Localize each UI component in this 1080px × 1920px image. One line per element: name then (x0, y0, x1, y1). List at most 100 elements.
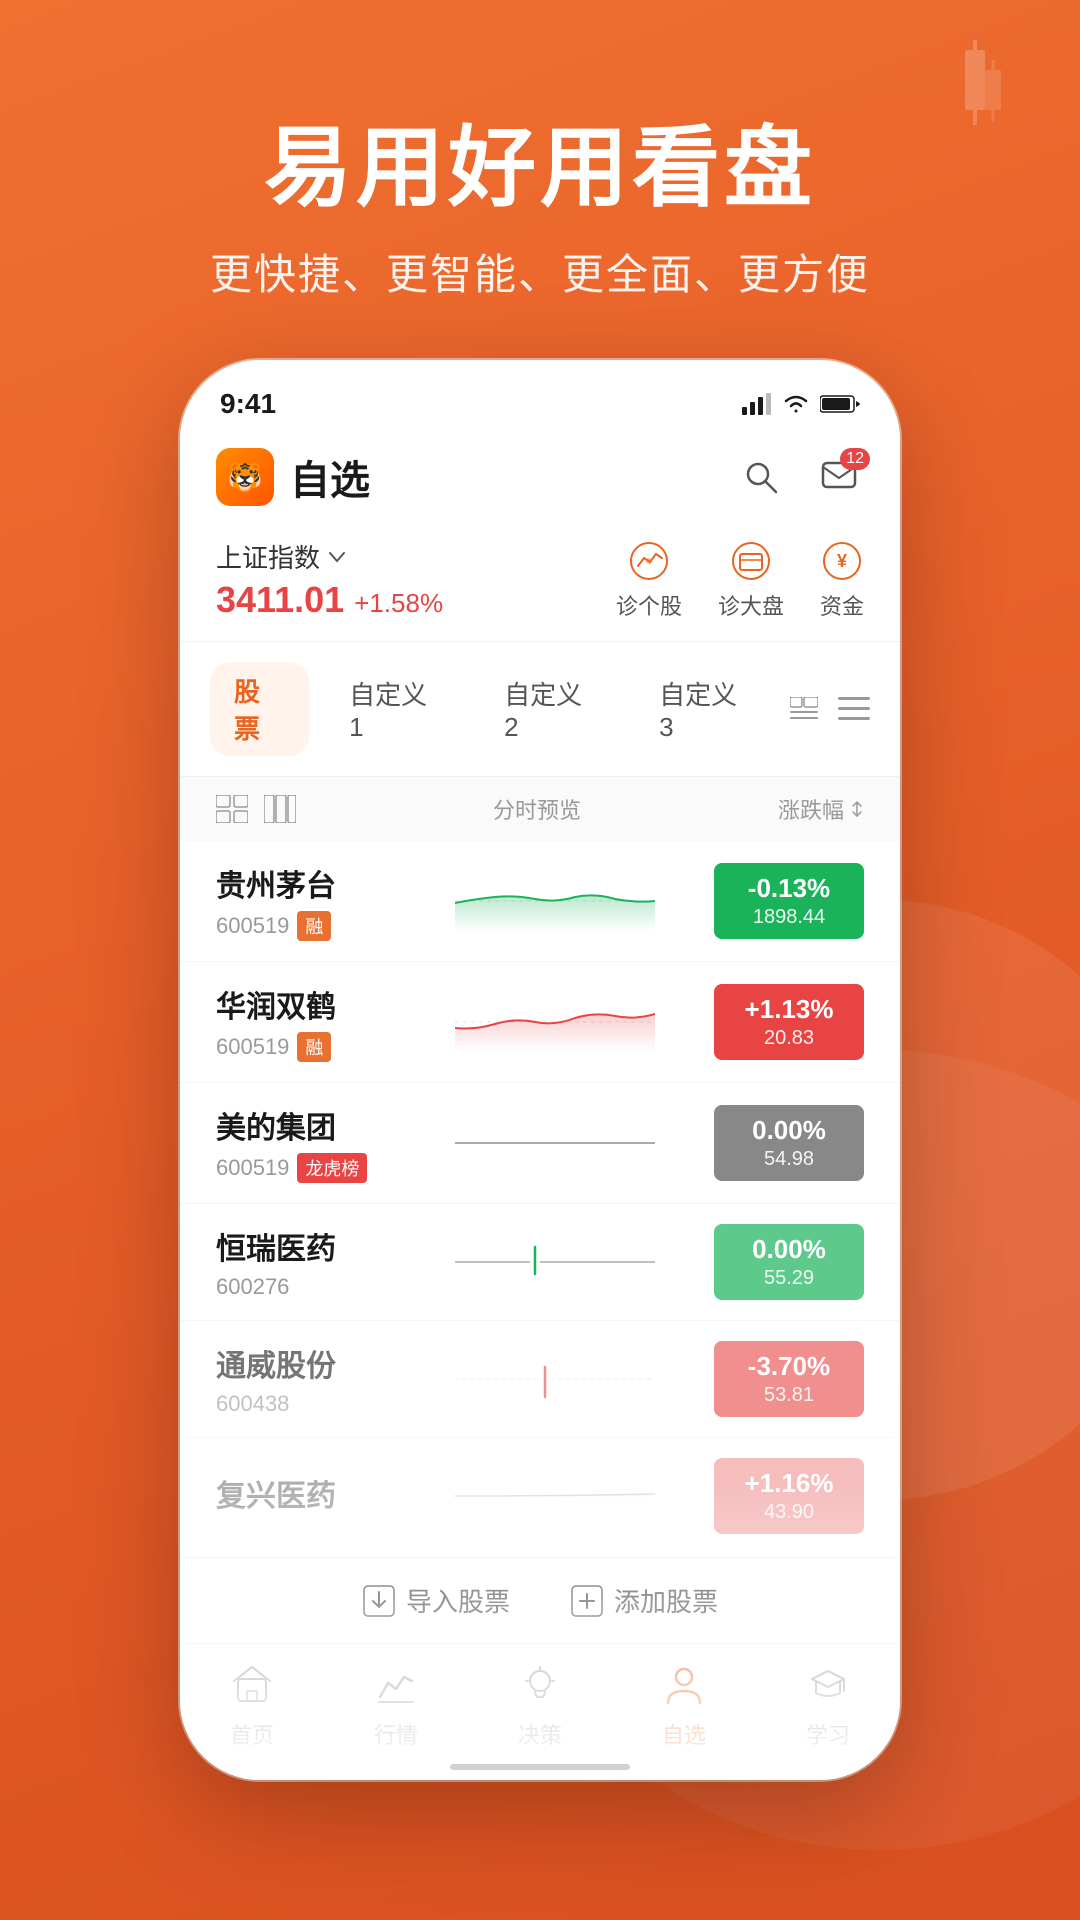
battery-icon (820, 393, 860, 415)
stock-info-3: 美的集团 600519 龙虎榜 (216, 1103, 396, 1183)
graduation-icon (803, 1660, 853, 1710)
tabs-row-end (790, 695, 870, 723)
stock-info-1: 贵州茅台 600519 融 (216, 861, 396, 941)
stock-code-row-1: 600519 融 (216, 911, 396, 941)
stock-chart-4 (416, 1227, 694, 1297)
change-col-header[interactable]: 涨跌幅 (778, 793, 864, 825)
stock-item-fuxing[interactable]: 复兴医药 +1.16% 43.90 (180, 1438, 900, 1555)
menu-icon[interactable] (838, 695, 870, 723)
stock-list: 贵州茅台 600519 融 (180, 841, 900, 1557)
tabbar-watchlist-label: 自选 (662, 1718, 706, 1750)
tab-custom1[interactable]: 自定义1 (325, 665, 464, 753)
home-indicator (450, 1764, 630, 1770)
tab-stocks[interactable]: 股票 (210, 662, 309, 756)
tabbar-learn-label: 学习 (806, 1718, 850, 1750)
stock-chart-6 (416, 1461, 694, 1531)
stock-name-1: 贵州茅台 (216, 861, 396, 905)
stock-code-row-2: 600519 融 (216, 1032, 396, 1062)
tabbar-decision[interactable]: 决策 (468, 1660, 612, 1750)
stock-chart-2 (416, 987, 694, 1057)
zhengu-icon (627, 539, 671, 583)
wifi-icon (782, 393, 810, 415)
sub-title: 更快捷、更智能、更全面、更方便 (0, 241, 1080, 302)
import-stocks-button[interactable]: 导入股票 (362, 1582, 510, 1619)
price-badge-1: -0.13% 1898.44 (714, 863, 864, 939)
tabbar-home[interactable]: 首页 (180, 1660, 324, 1750)
home-icon (227, 1660, 277, 1710)
signal-icon (742, 393, 772, 415)
market-value: 3411.01 (216, 579, 344, 621)
tabbar-decision-label: 决策 (518, 1718, 562, 1750)
tabbar-home-label: 首页 (230, 1718, 274, 1750)
message-badge: 12 (840, 448, 870, 470)
stock-info-5: 通威股份 600438 (216, 1341, 396, 1417)
view-toggle-icons (216, 795, 296, 823)
stock-item-tongwei[interactable]: 通威股份 600438 -3.70% 53.81 (180, 1321, 900, 1438)
market-action-money[interactable]: ¥ 资金 (820, 539, 864, 621)
bottom-actions: 导入股票 添加股票 (180, 1557, 900, 1643)
stock-code-row-4: 600276 (216, 1274, 396, 1300)
market-change: +1.58% (354, 588, 443, 619)
tabbar-learn[interactable]: 学习 (756, 1660, 900, 1750)
market-action-zhendapan[interactable]: 诊大盘 (718, 539, 784, 621)
stock-info-4: 恒瑞医药 600276 (216, 1224, 396, 1300)
stock-chart-3 (416, 1108, 694, 1178)
stock-info-2: 华润双鹤 600519 融 (216, 982, 396, 1062)
phone-outer: 9:41 (180, 360, 900, 1780)
price-badge-3: 0.00% 54.98 (714, 1105, 864, 1181)
person-icon (659, 1660, 709, 1710)
market-action-zhengu[interactable]: 诊个股 (616, 539, 682, 621)
tab-bar: 首页 行情 (180, 1643, 900, 1780)
status-time: 9:41 (220, 388, 276, 420)
money-label: 资金 (820, 589, 864, 621)
stock-name-2: 华润双鹤 (216, 982, 396, 1026)
stock-item-midea[interactable]: 美的集团 600519 龙虎榜 0.00% (180, 1083, 900, 1204)
market-actions: 诊个股 诊大盘 (616, 539, 864, 621)
import-icon (362, 1584, 396, 1618)
app-logo: 🐯 (216, 448, 274, 506)
grid-view-icon[interactable] (264, 795, 296, 823)
bulb-icon (515, 1660, 565, 1710)
tabbar-market-label: 行情 (374, 1718, 418, 1750)
stock-code-row-5: 600438 (216, 1391, 396, 1417)
app-title: 自选 (290, 448, 370, 506)
tabbar-watchlist[interactable]: 自选 (612, 1660, 756, 1750)
dropdown-icon (328, 550, 346, 564)
stock-item-hengrui[interactable]: 恒瑞医药 600276 0.00% 55. (180, 1204, 900, 1321)
stock-name-3: 美的集团 (216, 1103, 396, 1147)
tab-custom3[interactable]: 自定义3 (635, 665, 774, 753)
message-button[interactable]: 12 (814, 452, 864, 502)
add-icon (570, 1584, 604, 1618)
stock-name-5: 通威股份 (216, 1341, 396, 1385)
svg-text:¥: ¥ (837, 551, 847, 571)
market-info: 上证指数 3411.01 +1.58% (216, 538, 443, 621)
market-name[interactable]: 上证指数 (216, 538, 443, 575)
price-badge-2: +1.13% 20.83 (714, 984, 864, 1060)
main-title: 易用好用看盘 (0, 120, 1080, 217)
chart-line-icon (371, 1660, 421, 1710)
stock-info-6: 复兴医药 (216, 1471, 396, 1521)
price-badge-6: +1.16% 43.90 (714, 1458, 864, 1534)
tabbar-market[interactable]: 行情 (324, 1660, 468, 1750)
list-view-icon[interactable] (216, 795, 248, 823)
stock-item-huarundsh[interactable]: 华润双鹤 600519 融 (180, 962, 900, 1083)
status-bar: 9:41 (180, 360, 900, 432)
column-headers: 分时预览 涨跌幅 (180, 777, 900, 841)
header-actions: 12 (736, 452, 864, 502)
zhendapan-label: 诊大盘 (718, 589, 784, 621)
stock-item-guizhou-maotai[interactable]: 贵州茅台 600519 融 (180, 841, 900, 962)
zhendapan-icon (729, 539, 773, 583)
status-icons (742, 393, 860, 415)
price-badge-5: -3.70% 53.81 (714, 1341, 864, 1417)
chart-col-header: 分时预览 (296, 793, 778, 825)
header-section: 易用好用看盘 更快捷、更智能、更全面、更方便 (0, 0, 1080, 302)
search-button[interactable] (736, 452, 786, 502)
stock-chart-1 (416, 866, 694, 936)
price-badge-4: 0.00% 55.29 (714, 1224, 864, 1300)
stock-name-6: 复兴医药 (216, 1471, 396, 1515)
tab-custom2[interactable]: 自定义2 (480, 665, 619, 753)
money-icon: ¥ (820, 539, 864, 583)
app-header: 🐯 自选 12 (180, 432, 900, 522)
app-logo-title: 🐯 自选 (216, 448, 370, 506)
add-stocks-button[interactable]: 添加股票 (570, 1582, 718, 1619)
